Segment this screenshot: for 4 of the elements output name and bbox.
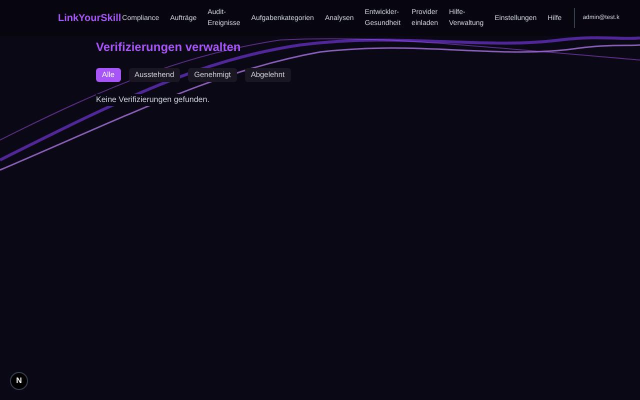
- brand-logo[interactable]: LinkYourSkill: [58, 10, 122, 26]
- dev-indicator-button[interactable]: N: [10, 372, 28, 390]
- page-title: Verifizierungen verwalten: [96, 39, 242, 56]
- empty-message: Keine Verifizierungen gefunden.: [96, 94, 210, 106]
